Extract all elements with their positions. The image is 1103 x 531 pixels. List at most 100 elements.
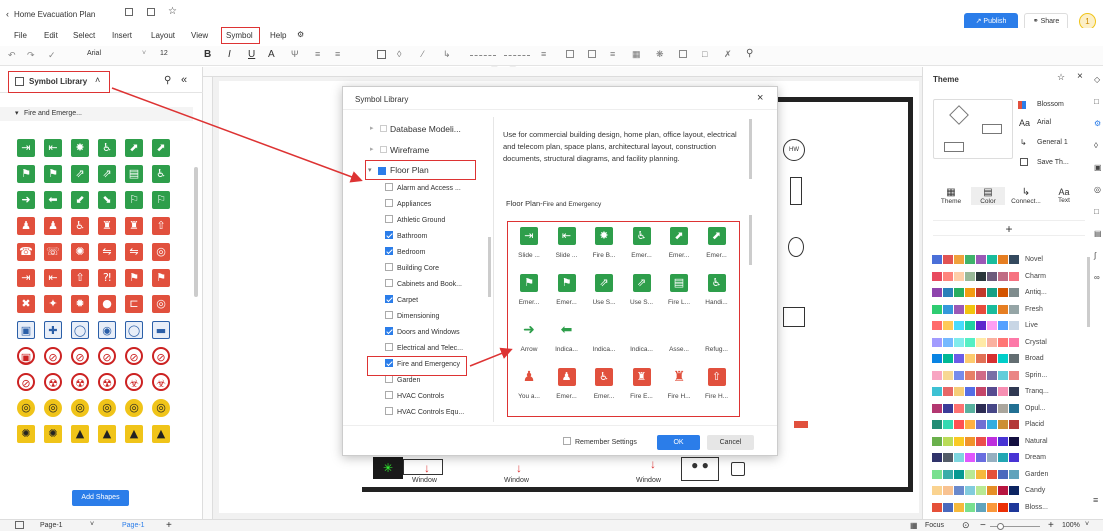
chevron-down-icon[interactable]: ˅: [1085, 521, 1089, 528]
theme-swatch-row[interactable]: [932, 337, 1020, 347]
theme-swatch-row[interactable]: [932, 502, 1020, 512]
expand-icon[interactable]: ≡: [1093, 495, 1098, 505]
theme-name[interactable]: Dream: [1025, 454, 1046, 461]
theme-swatch-row[interactable]: [932, 271, 1020, 281]
theme-swatch: [932, 436, 942, 446]
theme-swatch-row[interactable]: [932, 288, 1020, 297]
hierarchy-icon[interactable]: ∫: [1094, 251, 1096, 260]
theme-swatch: [976, 321, 986, 330]
tab-connector[interactable]: ↳ Connect...: [1007, 187, 1045, 205]
theme-swatch: [1009, 255, 1019, 264]
theme-name[interactable]: Live: [1025, 322, 1038, 329]
data-icon[interactable]: ◎: [1094, 185, 1101, 194]
theme-name[interactable]: Garden: [1025, 471, 1048, 478]
theme-name[interactable]: Natural: [1025, 438, 1048, 445]
theme-name[interactable]: Sprin...: [1025, 372, 1047, 379]
theme-swatch: [987, 271, 997, 281]
theme-swatch: [1009, 321, 1019, 330]
theme-swatch: [943, 486, 953, 495]
add-page-icon[interactable]: +: [166, 520, 172, 531]
zoom-out-icon[interactable]: −: [980, 520, 986, 531]
theme-swatch: [965, 453, 975, 462]
theme-swatch-row[interactable]: [932, 403, 1020, 413]
zoom-slider[interactable]: [990, 523, 1040, 530]
theme-swatch: [965, 370, 975, 380]
theme-swatch: [976, 337, 986, 347]
theme-swatch: [965, 486, 975, 495]
pin-icon[interactable]: ☆: [1057, 72, 1065, 83]
image-icon[interactable]: ▣: [1094, 163, 1102, 172]
theme-preview-diagram[interactable]: [933, 99, 1013, 159]
theme-swatch: [943, 469, 953, 479]
theme-swatch: [987, 453, 997, 462]
theme-swatch: [943, 420, 953, 429]
theme-swatch: [943, 255, 953, 264]
style-icon[interactable]: □: [1094, 97, 1099, 106]
theme-swatch: [954, 354, 964, 363]
theme-name[interactable]: Tranq...: [1025, 388, 1049, 395]
page-icon[interactable]: □: [1094, 207, 1099, 216]
page-tab[interactable]: Page-1: [122, 522, 145, 529]
zoom-value[interactable]: 100%: [1062, 522, 1080, 529]
theme-swatch-row[interactable]: [932, 486, 1020, 495]
theme-scrollbar[interactable]: [1087, 257, 1090, 327]
fit-icon[interactable]: ⊙: [962, 520, 970, 531]
theme-swatch: [943, 387, 953, 396]
theme-swatch-row[interactable]: [932, 387, 1020, 396]
theme-swatch: [976, 354, 986, 363]
theme-swatch-row[interactable]: [932, 255, 1020, 264]
theme-swatch-row[interactable]: [932, 436, 1020, 446]
theme-swatch: [976, 453, 986, 462]
theme-name[interactable]: Bloss...: [1025, 504, 1048, 511]
theme-name[interactable]: Antiq...: [1025, 289, 1047, 296]
theme-swatch: [932, 403, 942, 413]
zoom-in-icon[interactable]: +: [1048, 520, 1054, 531]
theme-swatch: [932, 420, 942, 429]
theme-swatch: [987, 255, 997, 264]
theme-icon[interactable]: ⚙: [1094, 119, 1101, 128]
theme-swatch: [954, 304, 964, 314]
theme-name[interactable]: Crystal: [1025, 339, 1047, 346]
save-theme-icon[interactable]: [1020, 158, 1028, 166]
page-select[interactable]: Page-1: [40, 522, 63, 529]
save-theme-label[interactable]: Save Th...: [1037, 159, 1069, 166]
theme-swatch: [932, 469, 942, 479]
theme-swatch: [954, 420, 964, 429]
focus-label[interactable]: Focus: [925, 522, 944, 529]
tab-color[interactable]: ▤ Color: [971, 187, 1005, 205]
tab-text[interactable]: Aa Text: [1047, 187, 1081, 204]
chevron-down-icon[interactable]: ˅: [90, 521, 94, 528]
history-icon[interactable]: ▤: [1094, 229, 1102, 238]
zoom-thumb[interactable]: [997, 523, 1004, 530]
close-panel-icon[interactable]: ×: [1077, 71, 1083, 82]
theme-name[interactable]: Candy: [1025, 487, 1045, 494]
theme-name[interactable]: Fresh: [1025, 306, 1043, 313]
theme-name[interactable]: Placid: [1025, 421, 1044, 428]
page-layout-icon[interactable]: [15, 521, 24, 529]
theme-name[interactable]: Opul...: [1025, 405, 1046, 412]
theme-swatch: [987, 321, 997, 330]
theme-swatch: [932, 370, 942, 380]
theme-swatch-row[interactable]: [932, 420, 1020, 429]
theme-swatch-row[interactable]: [932, 321, 1020, 330]
link-icon[interactable]: ∞: [1094, 273, 1100, 282]
layers-icon[interactable]: ◊: [1094, 141, 1098, 150]
theme-swatch: [932, 337, 942, 347]
theme-swatch-row[interactable]: [932, 469, 1020, 479]
theme-name[interactable]: Broad: [1025, 355, 1044, 362]
theme-swatch: [998, 337, 1008, 347]
text-tab-icon: Aa: [1058, 187, 1070, 197]
tab-theme[interactable]: ▦ Theme: [933, 187, 969, 205]
focus-icon[interactable]: ▦: [910, 521, 918, 530]
theme-swatch: [954, 337, 964, 347]
theme-swatch: [932, 486, 942, 495]
theme-swatch-row[interactable]: [932, 370, 1020, 380]
theme-swatch-row[interactable]: [932, 304, 1020, 314]
add-theme-button[interactable]: +: [933, 220, 1085, 236]
theme-name[interactable]: Novel: [1025, 256, 1043, 263]
theme-swatch-row[interactable]: [932, 453, 1020, 462]
theme-swatch: [943, 321, 953, 330]
theme-swatch-row[interactable]: [932, 354, 1020, 363]
format-icon[interactable]: ◇: [1094, 75, 1100, 84]
theme-name[interactable]: Charm: [1025, 273, 1046, 280]
